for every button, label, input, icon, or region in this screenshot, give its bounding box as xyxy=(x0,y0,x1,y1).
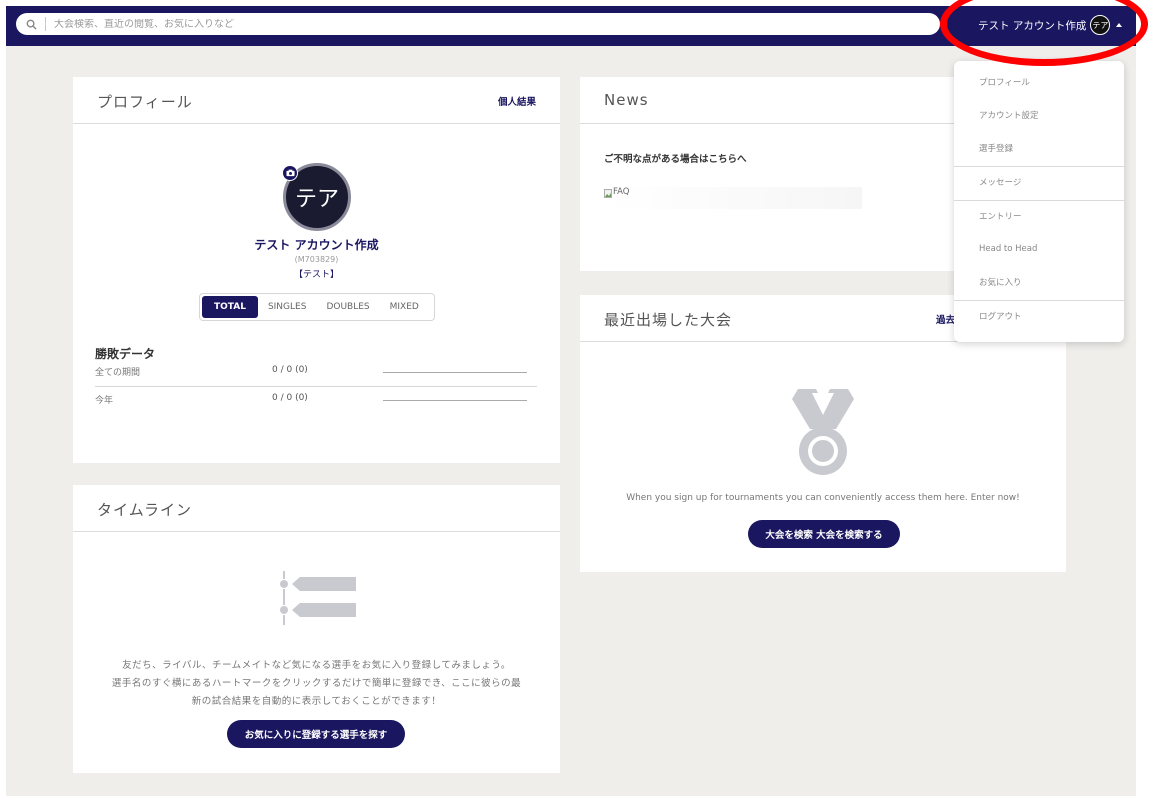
menu-item-profile[interactable]: プロフィール xyxy=(954,65,1124,98)
faq-image-link[interactable]: FAQ xyxy=(604,187,862,209)
stat-row-this-year: 今年 0 / 0 (0) xyxy=(95,393,537,413)
timeline-message-line: 友だち、ライバル、チームメイトなど気になる選手をお気に入り登録してみましょう。 xyxy=(122,660,511,671)
profile-title: プロフィール xyxy=(97,93,193,111)
tab-mixed[interactable]: MIXED xyxy=(380,296,429,318)
profile-card: プロフィール 個人結果 テア テスト アカウント作成 (M703829) 【テス… xyxy=(73,77,560,463)
menu-item-messages[interactable]: メッセージ xyxy=(954,165,1124,198)
tab-singles[interactable]: SINGLES xyxy=(258,296,317,318)
tab-doubles[interactable]: DOUBLES xyxy=(316,296,379,318)
profile-card-header: プロフィール 個人結果 xyxy=(73,77,560,124)
faq-alt-text: FAQ xyxy=(613,187,630,197)
timeline-message-line: 新の試合結果を自動的に表示しておくことができます！ xyxy=(191,696,442,707)
stats-title: 勝敗データ xyxy=(95,347,156,361)
account-dropdown-menu: プロフィール アカウント設定 選手登録 メッセージ エントリー Head to … xyxy=(954,61,1124,342)
news-help-text: ご不明な点がある場合はこちらへ xyxy=(604,154,747,165)
medal-icon xyxy=(792,389,854,475)
menu-item-head-to-head[interactable]: Head to Head xyxy=(954,232,1124,265)
search-tournaments-button[interactable]: 大会を検索 大会を検索する xyxy=(748,520,900,548)
menu-item-entry[interactable]: エントリー xyxy=(954,199,1124,232)
stat-bar xyxy=(383,400,527,401)
stat-row-all-time: 全ての期間 0 / 0 (0) xyxy=(95,365,537,385)
tab-total[interactable]: TOTAL xyxy=(202,296,258,318)
timeline-message: 友だち、ライバル、チームメイトなど気になる選手をお気に入り登録してみましょう。 … xyxy=(73,657,560,711)
timeline-card: タイムライン 友だち、ライバル、チームメイトなど気になる選手をお気に入り登録して… xyxy=(73,485,560,773)
personal-results-link[interactable]: 個人結果 xyxy=(498,94,536,108)
stat-divider xyxy=(95,386,537,387)
recent-title: 最近出場した大会 xyxy=(604,311,733,329)
menu-item-player-registration[interactable]: 選手登録 xyxy=(954,131,1124,164)
recent-empty-message: When you sign up for tournaments you can… xyxy=(626,493,1020,503)
stat-label: 今年 xyxy=(95,396,114,406)
search-divider xyxy=(45,17,46,31)
search-input[interactable] xyxy=(54,18,874,30)
search-icon xyxy=(26,19,37,30)
timeline-message-line: 選手名のすぐ横にあるハートマークをクリックするだけで簡単に登録でき、ここに彼らの… xyxy=(111,678,522,689)
timeline-illustration-icon xyxy=(280,571,356,625)
stat-bar xyxy=(383,372,527,373)
past-tournaments-link[interactable]: 過去 xyxy=(936,312,955,326)
camera-icon[interactable] xyxy=(282,165,298,181)
member-id: (M703829) xyxy=(294,255,339,264)
timeline-card-header: タイムライン xyxy=(73,485,560,532)
menu-item-logout[interactable]: ログアウト xyxy=(954,299,1124,332)
event-type-tabs: TOTAL SINGLES DOUBLES MIXED xyxy=(199,293,435,321)
profile-name: テスト アカウント作成 xyxy=(254,238,379,252)
find-players-button[interactable]: お気に入りに登録する選手を探す xyxy=(227,720,405,748)
search-bar[interactable] xyxy=(16,13,940,35)
team-name: 【テスト】 xyxy=(293,270,339,280)
timeline-title: タイムライン xyxy=(97,501,192,519)
app-frame: テスト アカウント作成 テア プロフィール 個人結果 テア テスト アカウント作… xyxy=(6,6,1136,796)
stat-value: 0 / 0 (0) xyxy=(272,393,308,403)
stat-value: 0 / 0 (0) xyxy=(272,365,308,375)
menu-item-account-settings[interactable]: アカウント設定 xyxy=(954,98,1124,131)
broken-image-icon xyxy=(604,189,612,198)
stat-label: 全ての期間 xyxy=(95,368,141,378)
menu-item-favorites[interactable]: お気に入り xyxy=(954,265,1124,298)
news-title: News xyxy=(604,91,649,109)
